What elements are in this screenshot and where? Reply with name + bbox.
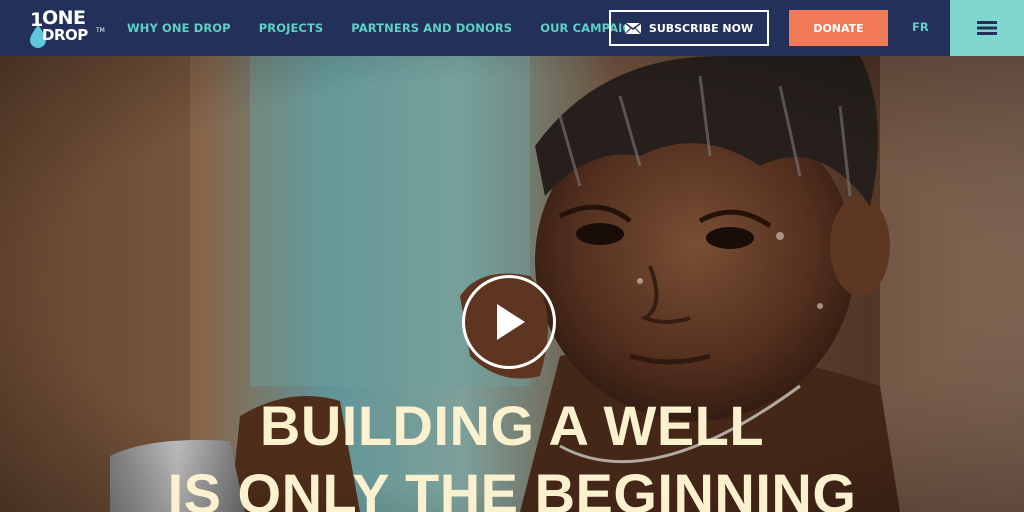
language-toggle-fr[interactable]: FR — [912, 20, 929, 34]
menu-button[interactable] — [950, 0, 1024, 56]
hero-headline-line-1: BUILDING A WELL — [259, 394, 765, 457]
hero-headline-line-2: IS ONLY THE BEGINNING — [167, 462, 857, 512]
subscribe-button[interactable]: SUBSCRIBE NOW — [609, 10, 769, 46]
donate-button[interactable]: DONATE — [789, 10, 888, 46]
subscribe-label: SUBSCRIBE NOW — [648, 21, 754, 35]
hero-banner: BUILDING A WELL IS ONLY THE BEGINNING — [0, 56, 1024, 512]
envelope-icon — [624, 22, 641, 34]
nav-link-why-one-drop[interactable]: WHY ONE DROP — [127, 21, 231, 35]
play-video-button[interactable] — [462, 275, 556, 369]
donate-label: DONATE — [813, 21, 864, 35]
nav-link-partners-and-donors[interactable]: PARTNERS AND DONORS — [351, 21, 512, 35]
play-icon — [497, 304, 525, 340]
main-navigation: WHY ONE DROP PROJECTS PARTNERS AND DONOR… — [0, 0, 670, 56]
nav-link-projects[interactable]: PROJECTS — [259, 21, 324, 35]
hamburger-menu-icon — [977, 21, 997, 35]
site-header: 1 ONE DROP TM WHY ONE DROP PROJECTS PART… — [0, 0, 1024, 56]
